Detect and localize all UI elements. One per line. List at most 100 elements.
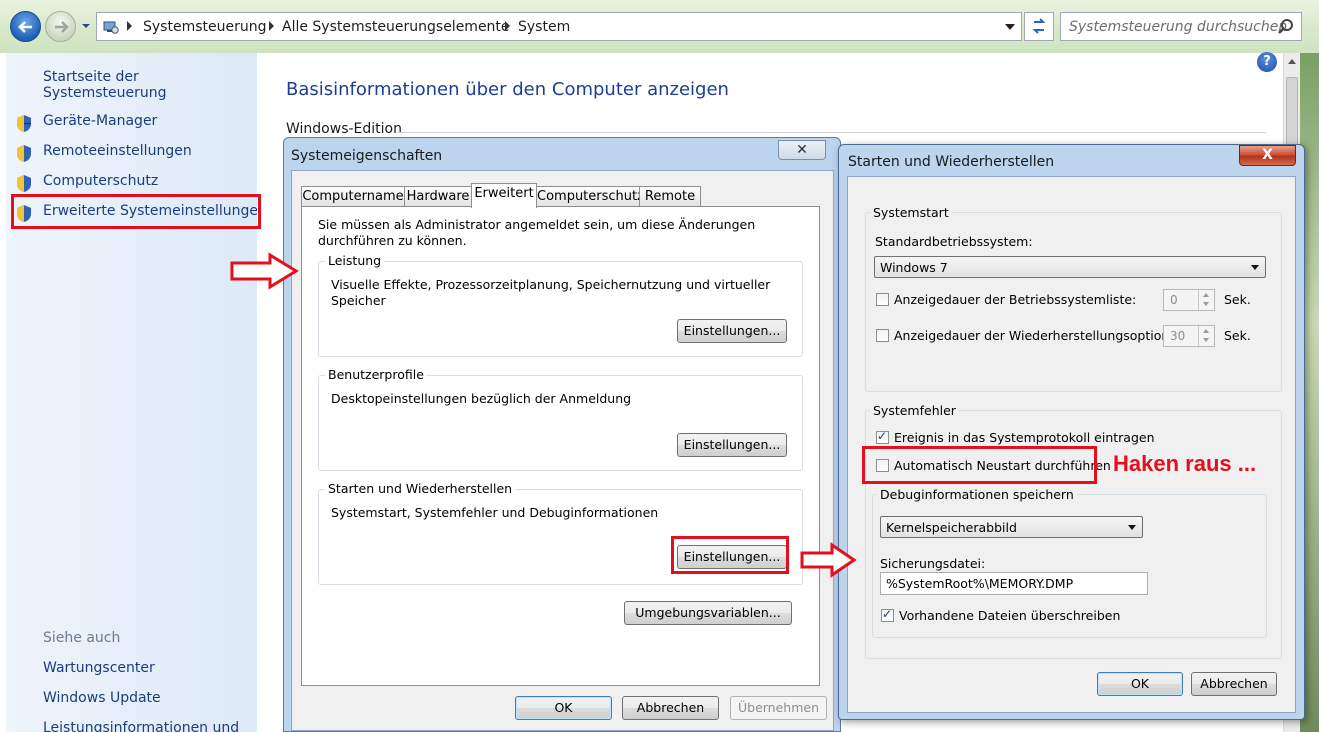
breadcrumb-alle-elemente[interactable]: Alle Systemsteuerungselemente — [282, 19, 510, 35]
log-event-checkbox[interactable] — [876, 429, 889, 444]
close-button[interactable]: ✕ — [778, 140, 826, 160]
group-label: Leistung — [325, 253, 385, 268]
search-icon[interactable] — [1277, 18, 1295, 36]
dialog-body: Systemstart Standardbetriebssystem: Wind… — [847, 176, 1296, 713]
refresh-icon — [1032, 18, 1046, 34]
breadcrumb-separator-icon[interactable] — [127, 21, 132, 31]
refresh-button[interactable] — [1024, 12, 1054, 41]
group-description: Desktopeinstellungen bezüglich der Anmel… — [331, 391, 632, 406]
breadcrumb-separator-icon[interactable] — [269, 21, 274, 31]
overwrite-label: Vorhandene Dateien überschreiben — [899, 608, 1121, 623]
group-benutzerprofile: Benutzerprofile Desktopeinstellungen bez… — [318, 367, 803, 471]
arrow-right-icon — [55, 21, 69, 33]
ok-button[interactable]: OK — [1097, 672, 1183, 696]
apply-button[interactable]: Übernehmen — [730, 696, 827, 720]
user-profiles-settings-button[interactable]: Einstellungen... — [677, 433, 787, 457]
selected-value: Kernelspeicherabbild — [886, 520, 1017, 535]
dump-file-label: Sicherungsdatei: — [880, 556, 986, 571]
breadcrumb-system[interactable]: System — [518, 19, 570, 35]
debug-info-group: Debuginformationen speichern Kernelspeic… — [872, 487, 1267, 638]
search-input[interactable]: Systemsteuerung durchsuchen — [1069, 19, 1287, 35]
group-label: Starten und Wiederherstellen — [325, 481, 516, 496]
default-os-label: Standardbetriebssystem: — [875, 234, 1033, 249]
system-properties-dialog: Systemeigenschaften ✕ Computername Hardw… — [283, 137, 841, 732]
recent-pages-dropdown-icon[interactable] — [81, 21, 91, 31]
cancel-button[interactable]: Abbrechen — [622, 696, 719, 720]
back-button[interactable] — [10, 11, 41, 42]
tab-computerschutz[interactable]: Computerschutz — [536, 186, 644, 207]
tab-erweitert[interactable]: Erweitert — [471, 183, 537, 208]
spin-updown-icon[interactable] — [1198, 290, 1214, 310]
tab-remote[interactable]: Remote — [639, 186, 701, 207]
scroll-up-icon[interactable] — [1288, 59, 1296, 64]
recovery-seconds-input[interactable]: 30 — [1163, 325, 1215, 347]
control-panel-icon — [103, 21, 119, 34]
tab-hardware[interactable]: Hardware — [404, 186, 472, 207]
dialog-title: Starten und Wiederherstellen — [848, 154, 1055, 170]
breadcrumb-systemsteuerung[interactable]: Systemsteuerung — [143, 19, 266, 35]
arrow-right-icon — [230, 252, 299, 290]
chevron-down-icon — [1251, 265, 1259, 270]
page-title: Basisinformationen über den Computer anz… — [286, 79, 729, 100]
chevron-down-icon — [1128, 525, 1136, 530]
unit-label: Sek. — [1224, 328, 1251, 343]
highlight-startup-settings-button — [671, 536, 789, 574]
default-os-select[interactable]: Windows 7 — [874, 256, 1266, 278]
recovery-options-checkbox[interactable] — [876, 329, 889, 342]
overwrite-checkbox[interactable] — [881, 607, 894, 622]
tab-computername[interactable]: Computername — [301, 186, 405, 207]
dump-file-input[interactable]: %SystemRoot%\MEMORY.DMP — [880, 572, 1148, 595]
highlight-erweiterte-systemeinstellungen — [11, 194, 261, 229]
uac-shield-icon — [17, 175, 31, 192]
unit-label: Sek. — [1224, 292, 1251, 307]
group-leistung: Leistung Visuelle Effekte, Prozessorzeit… — [318, 253, 803, 357]
os-list-seconds-input[interactable]: 0 — [1163, 289, 1215, 311]
group-label: Systemstart — [870, 205, 952, 220]
task-label: Remoteeinstellungen — [43, 143, 192, 159]
forward-button[interactable] — [45, 11, 76, 42]
section-heading: Windows-Edition — [286, 121, 402, 137]
arrow-left-icon — [18, 21, 32, 33]
annotation-note: Haken raus ... — [1113, 451, 1257, 476]
group-label: Systemfehler — [870, 403, 959, 418]
os-list-label: Anzeigedauer der Betriebssystemliste: — [894, 292, 1137, 307]
see-also-heading: Siehe auch — [43, 630, 121, 646]
task-pane: Startseite der Systemsteuerung Geräte-Ma… — [6, 53, 267, 732]
environment-variables-button[interactable]: Umgebungsvariablen... — [624, 601, 792, 625]
control-panel-home-link[interactable]: Startseite der Systemsteuerung — [43, 69, 257, 101]
advanced-tab-page: Sie müssen als Administrator angemeldet … — [301, 206, 820, 686]
task-label: Geräte-Manager — [43, 113, 158, 129]
group-description: Systemstart, Systemfehler und Debuginfor… — [331, 505, 659, 520]
see-also-windows-update[interactable]: Windows Update — [43, 690, 161, 706]
see-also-wartungscenter[interactable]: Wartungscenter — [43, 660, 155, 676]
breadcrumb-separator-icon[interactable] — [505, 21, 510, 31]
help-button[interactable]: ? — [1257, 52, 1277, 72]
address-dropdown-icon[interactable] — [1005, 24, 1015, 30]
field-value: %SystemRoot%\MEMORY.DMP — [886, 576, 1074, 591]
cancel-button[interactable]: Abbrechen — [1191, 672, 1277, 696]
task-label: Computerschutz — [43, 173, 159, 189]
log-event-label: Ereignis in das Systemprotokoll eintrage… — [894, 430, 1155, 445]
see-also-leistungsinformationen[interactable]: Leistungsinformationen und — [43, 720, 239, 732]
dialog-title: Systemeigenschaften — [291, 148, 443, 164]
section-divider — [397, 132, 1266, 133]
arrow-right-icon — [800, 542, 857, 578]
performance-settings-button[interactable]: Einstellungen... — [677, 319, 787, 343]
address-field[interactable]: Systemsteuerung Alle Systemsteuerungsele… — [96, 12, 1022, 41]
recovery-options-label: Anzeigedauer der Wiederherstellungsoptio… — [894, 328, 1190, 343]
dialog-body: Computername Hardware Erweitert Computer… — [291, 170, 834, 731]
startup-recovery-dialog: Starten und Wiederherstellen X Systemsta… — [838, 144, 1305, 720]
highlight-auto-restart — [862, 446, 1097, 484]
address-toolbar: Systemsteuerung Alle Systemsteuerungsele… — [0, 0, 1319, 53]
group-description: Visuelle Effekte, Prozessorzeitplanung, … — [331, 277, 771, 308]
uac-shield-icon — [17, 115, 31, 132]
group-label: Debuginformationen speichern — [877, 487, 1077, 502]
spin-value: 30 — [1170, 329, 1186, 343]
spin-updown-icon[interactable] — [1198, 326, 1214, 346]
search-box[interactable]: Systemsteuerung durchsuchen — [1060, 12, 1302, 41]
close-button[interactable]: X — [1239, 145, 1296, 166]
uac-shield-icon — [17, 145, 31, 162]
os-list-checkbox[interactable] — [876, 293, 889, 306]
debug-info-select[interactable]: Kernelspeicherabbild — [880, 516, 1143, 538]
ok-button[interactable]: OK — [515, 696, 612, 720]
